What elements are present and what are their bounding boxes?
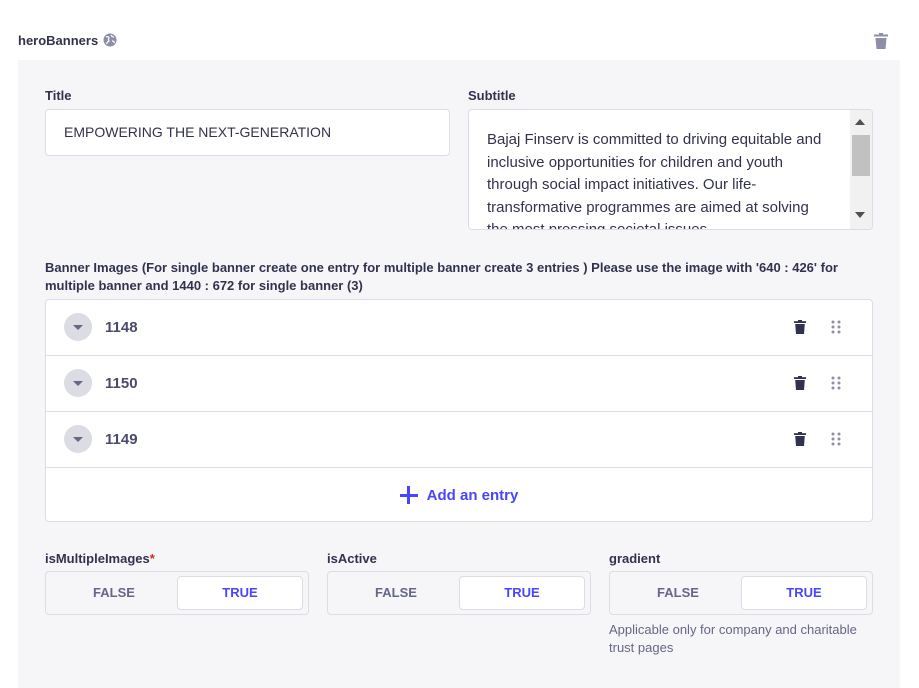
subtitle-text: Bajaj Finserv is committed to driving eq… xyxy=(487,131,822,230)
is-multiple-images-label: isMultipleImages* xyxy=(45,551,155,566)
gradient-true-option[interactable]: TRUE xyxy=(741,576,867,610)
entry-title[interactable]: 1148 xyxy=(105,300,138,355)
entry-title[interactable]: 1149 xyxy=(105,412,138,467)
scroll-thumb[interactable] xyxy=(852,135,870,176)
scroll-down-arrow-icon[interactable] xyxy=(855,212,865,218)
plus-icon xyxy=(399,486,418,504)
is-active-false-option[interactable]: FALSE xyxy=(333,576,459,610)
chevron-down-icon[interactable] xyxy=(64,313,92,341)
entry-title[interactable]: 1150 xyxy=(105,356,138,411)
add-entry-label: Add an entry xyxy=(426,486,519,504)
subtitle-scrollbar[interactable] xyxy=(850,110,872,229)
component-title: heroBanners xyxy=(18,30,117,50)
gradient-hint: Applicable only for company and charitab… xyxy=(609,622,857,655)
title-label: Title xyxy=(45,88,72,103)
component-name: heroBanners xyxy=(18,32,99,48)
banner-images-list: 1148 1150 1149 Add an entry xyxy=(45,299,873,522)
subtitle-textarea[interactable]: Bajaj Finserv is committed to driving eq… xyxy=(468,109,873,230)
globe-icon xyxy=(103,33,117,47)
drag-icon[interactable] xyxy=(831,376,841,390)
banner-entry-row[interactable]: 1150 xyxy=(46,356,872,412)
banner-entry-row[interactable]: 1148 xyxy=(46,300,872,356)
gradient-label: gradient xyxy=(609,551,661,566)
trash-icon[interactable] xyxy=(794,320,806,334)
banner-entry-row[interactable]: 1149 xyxy=(46,412,872,468)
trash-icon[interactable] xyxy=(794,376,806,390)
subtitle-label: Subtitle xyxy=(468,88,516,103)
is-multiple-images-true-option[interactable]: TRUE xyxy=(177,576,303,610)
drag-icon[interactable] xyxy=(831,320,841,334)
chevron-down-icon[interactable] xyxy=(64,425,92,453)
is-multiple-images-toggle: FALSE TRUE xyxy=(45,571,309,615)
is-active-toggle: FALSE TRUE xyxy=(327,571,591,615)
drag-icon[interactable] xyxy=(831,432,841,446)
required-mark: * xyxy=(149,551,155,566)
scroll-up-arrow-icon[interactable] xyxy=(855,119,865,125)
add-entry-button[interactable]: Add an entry xyxy=(46,468,872,522)
title-input[interactable]: EMPOWERING THE NEXT-GENERATION xyxy=(45,109,450,156)
gradient-toggle: FALSE TRUE xyxy=(609,571,873,615)
is-multiple-images-label-text: isMultipleImages xyxy=(45,551,150,566)
is-active-label: isActive xyxy=(327,551,377,566)
gradient-false-option[interactable]: FALSE xyxy=(615,576,741,610)
is-multiple-images-false-option[interactable]: FALSE xyxy=(51,576,177,610)
chevron-down-icon[interactable] xyxy=(64,369,92,397)
delete-component-trash-icon[interactable] xyxy=(874,33,888,49)
trash-icon[interactable] xyxy=(794,432,806,446)
banner-images-label: Banner Images (For single banner create … xyxy=(45,260,838,293)
is-active-true-option[interactable]: TRUE xyxy=(459,576,585,610)
